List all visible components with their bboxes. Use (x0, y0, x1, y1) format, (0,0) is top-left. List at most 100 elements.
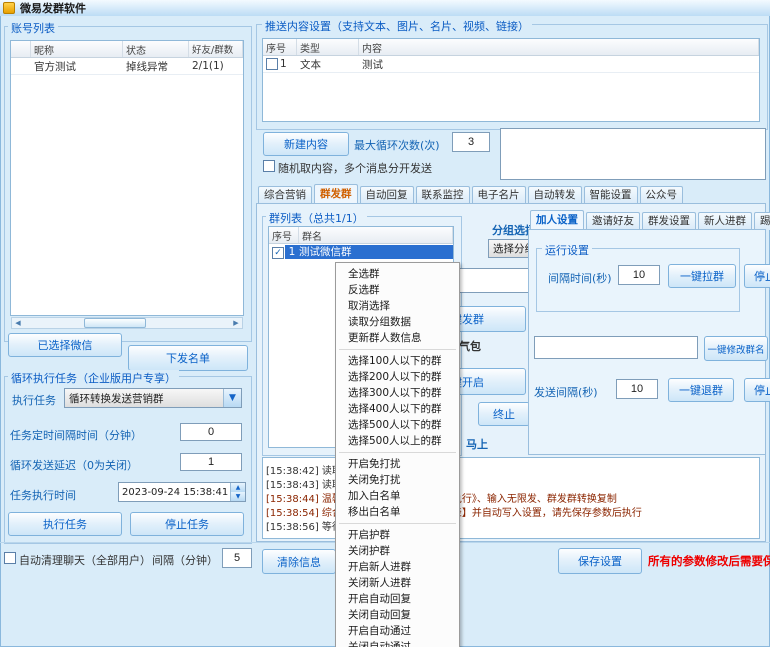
content-col-content[interactable]: 内容 (359, 39, 759, 55)
pull-stop-button[interactable]: 停止 (744, 264, 770, 288)
group-row-no: 1 (285, 245, 299, 259)
random-content-checkbox[interactable] (263, 160, 275, 175)
scroll-left-icon[interactable]: ◀ (12, 318, 24, 328)
group-row-checkbox[interactable]: ✓ (269, 246, 285, 259)
context-menu-item[interactable]: 移出白名单 (336, 504, 459, 520)
tab-ecard[interactable]: 电子名片 (472, 186, 526, 204)
auto-clean-interval-input[interactable] (222, 548, 252, 568)
context-menu-item[interactable]: 开启自动通过 (336, 623, 459, 639)
task-timer-input[interactable] (180, 423, 242, 441)
spin-down-icon[interactable]: ▼ (231, 492, 245, 501)
tab-auto-reply[interactable]: 自动回复 (360, 186, 414, 204)
send-list-button[interactable]: 下发名单 (128, 345, 248, 371)
context-menu-item[interactable]: 加入白名单 (336, 488, 459, 504)
table-row[interactable]: 官方测试 掉线异常 2/1(1) (11, 58, 243, 75)
tab-official-account[interactable]: 公众号 (640, 186, 684, 204)
tab-newcomer[interactable]: 新人进群 (698, 212, 752, 230)
run-settings-title: 运行设置 (542, 242, 592, 258)
context-menu-item[interactable]: 选择500人以下的群 (336, 417, 459, 433)
pull-group-button[interactable]: 一键拉群 (668, 264, 736, 288)
tab-smart-settings[interactable]: 智能设置 (584, 186, 638, 204)
content-col-no[interactable]: 序号 (263, 39, 297, 55)
new-content-button[interactable]: 新建内容 (263, 132, 349, 156)
group-col-name[interactable]: 群名 (299, 227, 453, 243)
quit-interval-input[interactable] (616, 379, 658, 399)
group-context-menu: 全选群 反选群 取消选择 读取分组数据 更新群人数信息 选择100人以下的群 选… (335, 262, 460, 647)
context-menu-item[interactable]: 选择400人以下的群 (336, 401, 459, 417)
context-menu-item[interactable]: 读取分组数据 (336, 314, 459, 330)
quick-stop-button[interactable]: 终止 (478, 402, 530, 426)
auto-clean-checkbox[interactable] (4, 552, 16, 567)
accounts-col-nickname[interactable]: 昵称 (31, 41, 123, 57)
quit-group-button[interactable]: 一键退群 (668, 378, 734, 402)
save-settings-button[interactable]: 保存设置 (558, 548, 642, 574)
main-tab-strip: 综合营销 群发群 自动回复 联系监控 电子名片 自动转发 智能设置 公众号 (258, 184, 685, 204)
run-task-button[interactable]: 执行任务 (8, 512, 122, 536)
context-menu-item[interactable]: 开启新人进群 (336, 559, 459, 575)
context-menu-item[interactable]: 开启护群 (336, 527, 459, 543)
context-menu-item[interactable]: 取消选择 (336, 298, 459, 314)
clear-log-button[interactable]: 清除信息 (262, 549, 336, 574)
account-status: 掉线异常 (123, 59, 189, 74)
tab-zonghe-yingxiao[interactable]: 综合营销 (258, 186, 312, 204)
accounts-hscrollbar[interactable]: ◀ ▶ (11, 317, 243, 329)
task-loop-input[interactable] (180, 453, 242, 471)
context-menu-item[interactable]: 更新群人数信息 (336, 330, 459, 346)
content-row-no: 1 (280, 58, 287, 70)
account-nickname: 官方测试 (31, 59, 123, 74)
stop-task-button[interactable]: 停止任务 (130, 512, 244, 536)
group-col-no[interactable]: 序号 (269, 227, 299, 243)
table-row[interactable]: 1 文本 测试 (263, 56, 759, 73)
context-menu-item[interactable]: 反选群 (336, 282, 459, 298)
group-row-selection[interactable]: 1 测试微信群 (285, 245, 453, 259)
task-timer-label: 任务定时间隔时间（分钟） (10, 427, 142, 443)
content-preview-box[interactable] (500, 128, 766, 180)
context-menu-item[interactable]: 选择300人以下的群 (336, 385, 459, 401)
task-loop-label: 循环发送延迟（0为关闭） (10, 457, 138, 473)
chevron-down-icon[interactable]: ▼ (223, 389, 241, 407)
tab-invite-friends[interactable]: 邀请好友 (586, 212, 640, 230)
context-menu-item[interactable]: 全选群 (336, 266, 459, 282)
context-menu-item[interactable]: 关闭自动回复 (336, 607, 459, 623)
loop-count-label: 最大循环次数(次) (354, 137, 440, 153)
loop-count-input[interactable] (452, 132, 490, 152)
context-menu-item[interactable]: 开启自动回复 (336, 591, 459, 607)
tab-group-send-settings[interactable]: 群发设置 (642, 212, 696, 230)
pull-interval-input[interactable] (618, 265, 660, 285)
invite-tab-strip: 加人设置 邀请好友 群发设置 新人进群 踢人 (530, 210, 770, 230)
context-menu-item[interactable]: 选择200人以下的群 (336, 369, 459, 385)
task-time-picker[interactable]: 2023-09-24 15:38:41 ▲▼ (118, 482, 246, 502)
context-menu-item[interactable]: 开启免打扰 (336, 456, 459, 472)
quit-stop-button[interactable]: 停止 (744, 378, 770, 402)
accounts-col-status[interactable]: 状态 (123, 41, 189, 57)
accounts-table[interactable]: 昵称 状态 好友/群数 官方测试 掉线异常 2/1(1) (10, 40, 244, 316)
context-menu-item[interactable]: 选择100人以下的群 (336, 353, 459, 369)
task-select-combo[interactable]: 循环转换发送营销群 ▼ (64, 388, 242, 408)
context-menu-item[interactable]: 关闭护群 (336, 543, 459, 559)
scroll-right-icon[interactable]: ▶ (230, 318, 242, 328)
auto-clean-label: 自动清理聊天（全部用户） (19, 552, 151, 568)
content-row-select[interactable]: 1 (263, 58, 297, 70)
content-table[interactable]: 序号 类型 内容 1 文本 测试 (262, 38, 760, 122)
context-menu-item[interactable]: 关闭免打扰 (336, 472, 459, 488)
tab-kick[interactable]: 踢人 (754, 212, 770, 230)
task-select-label: 执行任务 (12, 392, 56, 408)
table-row[interactable]: ✓ 1 测试微信群 (269, 244, 453, 260)
rename-group-button[interactable]: 一键修改群名 (704, 336, 768, 361)
tab-qunfaqun[interactable]: 群发群 (314, 184, 358, 204)
group-list-title: 群列表（总共1/1） (266, 210, 367, 226)
spin-up-icon[interactable]: ▲ (231, 483, 245, 492)
context-menu-item[interactable]: 关闭自动通过 (336, 639, 459, 647)
context-menu-item[interactable]: 关闭新人进群 (336, 575, 459, 591)
title-bar: 微易发群软件 (0, 0, 770, 16)
scroll-thumb[interactable] (84, 318, 146, 328)
tab-auto-forward[interactable]: 自动转发 (528, 186, 582, 204)
accounts-col-counts[interactable]: 好友/群数 (189, 41, 243, 57)
selected-wechat-button[interactable]: 已选择微信 (8, 333, 122, 357)
context-menu-item[interactable]: 选择500人以上的群 (336, 433, 459, 449)
content-col-type[interactable]: 类型 (297, 39, 359, 55)
rename-input[interactable] (534, 336, 698, 359)
tab-monitor[interactable]: 联系监控 (416, 186, 470, 204)
tab-add-people-settings[interactable]: 加人设置 (530, 210, 584, 230)
time-spinner[interactable]: ▲▼ (230, 483, 245, 501)
